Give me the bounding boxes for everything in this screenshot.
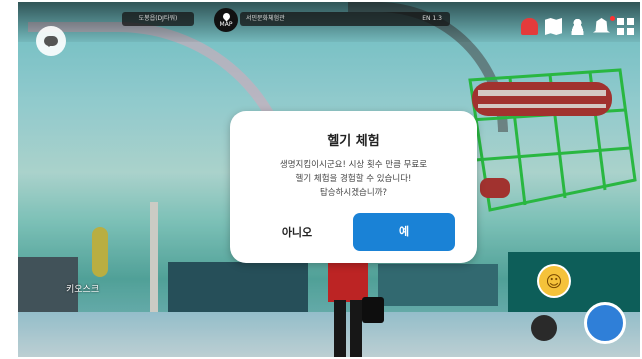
chat-icon xyxy=(44,36,58,47)
emote-button[interactable]: ☺ xyxy=(539,266,569,296)
kiosk-label: 키오스크 xyxy=(66,285,100,295)
smile-icon: ☺ xyxy=(545,271,563,291)
dialog-message-line2: 헬기 체험을 경험할 수 있습니다! xyxy=(295,174,412,184)
map-pin-icon xyxy=(221,11,231,21)
map-icon[interactable] xyxy=(545,18,562,35)
dialog-message-line3: 탑승하시겠습니까? xyxy=(319,188,388,198)
hud-icon-group xyxy=(521,18,634,35)
dialog-title: 헬기 체험 xyxy=(327,134,380,149)
chat-button[interactable] xyxy=(36,26,66,56)
dialog-message-line1: 생명지킴이시군요! 시상 횟수 만큼 무료로 xyxy=(279,160,428,170)
bell-icon[interactable] xyxy=(593,18,610,33)
heli-experience-dialog: 헬기 체험 생명지킴이시군요! 시상 횟수 만큼 무료로 헬기 체험을 경험할 … xyxy=(230,111,477,263)
place-name: 서민문화체험관 xyxy=(246,15,285,22)
notification-dot xyxy=(610,16,615,21)
channel-label: EN 1.3 xyxy=(422,15,442,22)
dialog-message: 생명지킴이시군요! 시상 횟수 만큼 무료로 헬기 체험을 경험할 수 있습니다… xyxy=(250,158,457,200)
siren-icon[interactable] xyxy=(521,18,538,35)
no-button[interactable]: 아니오 xyxy=(252,215,342,251)
place-bar: 서민문화체험관 EN 1.3 xyxy=(240,12,450,26)
location-tab[interactable]: 도봉읍(DJ타워) xyxy=(122,12,194,26)
grid-icon[interactable] xyxy=(617,18,634,35)
map-button[interactable]: MAP xyxy=(214,8,238,32)
person-icon[interactable] xyxy=(569,18,586,35)
game-viewport[interactable]: 도봉읍(DJ타워) MAP 서민문화체험관 EN 1.3 키오스크 ☺ 헬기 체… xyxy=(18,2,640,357)
location-tab-label: 도봉읍(DJ타워) xyxy=(138,15,178,22)
camera-button[interactable] xyxy=(531,315,557,341)
yes-button[interactable]: 예 xyxy=(353,213,455,251)
interact-button[interactable] xyxy=(584,302,626,344)
